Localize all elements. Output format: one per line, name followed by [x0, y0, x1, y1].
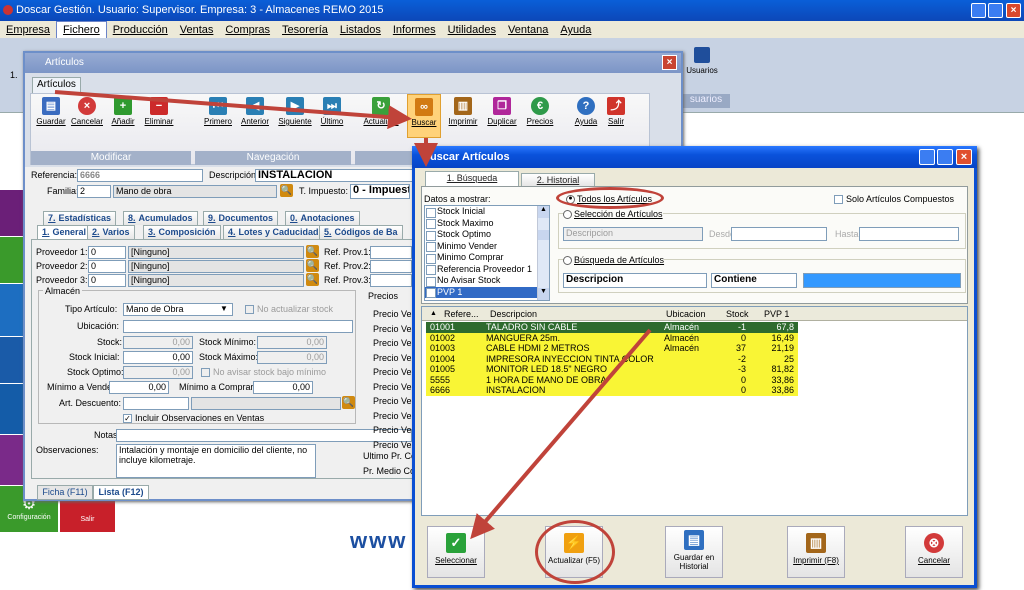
- arrow-tab-to-buscar: [54, 90, 412, 130]
- annotation-arrows: [54, 90, 652, 540]
- arrow-row-to-seleccionar: [470, 328, 652, 540]
